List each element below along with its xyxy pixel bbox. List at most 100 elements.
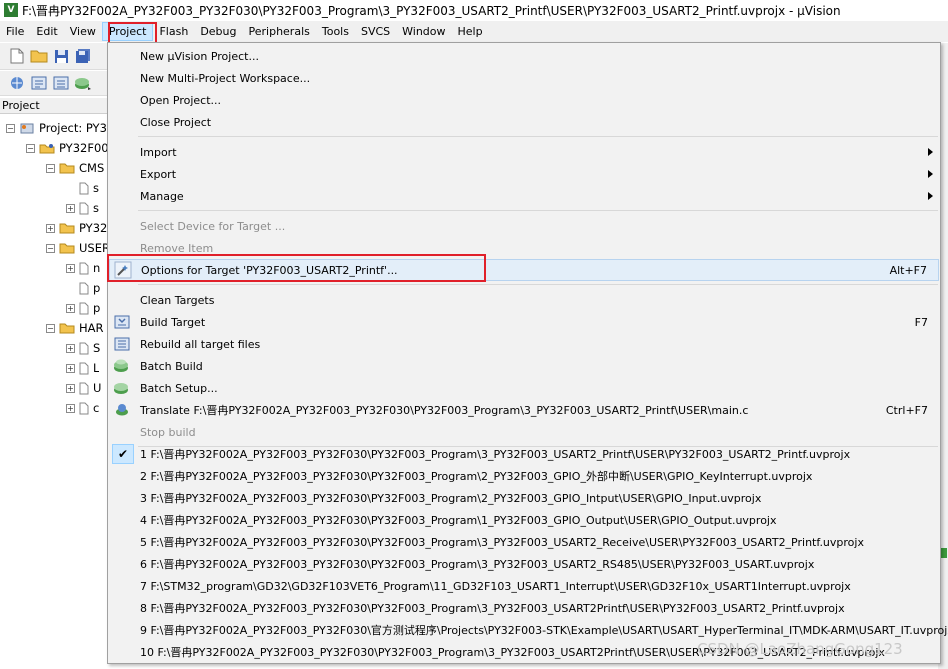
menu-item-clean-targets[interactable]: Clean Targets bbox=[109, 289, 939, 311]
menu-item-rebuild-all[interactable]: Rebuild all target files bbox=[109, 333, 939, 355]
tree-expand-icon[interactable]: + bbox=[66, 403, 75, 413]
menu-item-export[interactable]: Export bbox=[109, 163, 939, 185]
tree-node-file[interactable]: + S bbox=[66, 338, 100, 358]
menu-edit[interactable]: Edit bbox=[30, 22, 63, 41]
tree-node-file[interactable]: + c bbox=[66, 398, 99, 418]
menu-help[interactable]: Help bbox=[452, 22, 489, 41]
menu-tools[interactable]: Tools bbox=[316, 22, 355, 41]
tree-node-group-cms[interactable]: − CMS bbox=[46, 158, 104, 178]
menu-item-translate[interactable]: Translate F:\晋冉PY32F002A_PY32F003_PY32F0… bbox=[109, 399, 939, 421]
tree-node-target[interactable]: − PY32F00 bbox=[26, 138, 109, 158]
tree-node-file[interactable]: + s bbox=[66, 198, 99, 218]
folder-icon bbox=[59, 223, 75, 234]
menu-item-options-for-target[interactable]: Options for Target 'PY32F003_USART2_Prin… bbox=[109, 259, 939, 281]
tree-node-label: s bbox=[93, 201, 99, 215]
menu-separator bbox=[138, 136, 938, 137]
translate-icon[interactable] bbox=[8, 74, 26, 92]
menu-peripherals[interactable]: Peripherals bbox=[243, 22, 316, 41]
build-icon[interactable] bbox=[30, 74, 48, 92]
menu-item-build-target[interactable]: Build Target F7 bbox=[109, 311, 939, 333]
menu-item-new-uvision-project[interactable]: New µVision Project... bbox=[109, 45, 939, 67]
menu-item-close-project[interactable]: Close Project bbox=[109, 111, 939, 133]
open-folder-icon[interactable] bbox=[30, 47, 48, 65]
tree-collapse-icon[interactable]: − bbox=[26, 143, 35, 153]
menu-item-recent-project-4[interactable]: 4 F:\晋冉PY32F002A_PY32F003_PY32F030\PY32F… bbox=[109, 509, 939, 531]
rebuild-icon[interactable] bbox=[52, 74, 70, 92]
menu-item-select-device: Select Device for Target ... bbox=[140, 219, 286, 233]
file-icon bbox=[79, 202, 89, 214]
menu-svcs[interactable]: SVCS bbox=[355, 22, 396, 41]
tree-node-file[interactable]: + L bbox=[66, 358, 99, 378]
menu-separator bbox=[138, 284, 938, 285]
batch-setup-icon bbox=[113, 379, 131, 397]
file-icon bbox=[79, 182, 89, 194]
uvision-app-icon: V bbox=[4, 3, 18, 17]
menu-flash[interactable]: Flash bbox=[153, 22, 194, 41]
tree-collapse-icon[interactable]: − bbox=[46, 243, 55, 253]
menu-item-recent-project-3[interactable]: 3 F:\晋冉PY32F002A_PY32F003_PY32F030\PY32F… bbox=[109, 487, 939, 509]
tree-node-label: PY32 bbox=[79, 221, 108, 235]
submenu-arrow-icon bbox=[928, 148, 933, 156]
project-menu-dropdown: New µVision Project... New Multi-Project… bbox=[107, 42, 948, 664]
tree-collapse-icon[interactable]: − bbox=[46, 323, 55, 333]
menu-file[interactable]: File bbox=[0, 22, 30, 41]
menu-window[interactable]: Window bbox=[396, 22, 451, 41]
tree-collapse-icon[interactable]: − bbox=[6, 123, 15, 133]
new-file-icon[interactable] bbox=[8, 47, 26, 65]
tree-node-label: c bbox=[93, 401, 100, 415]
tree-expand-icon[interactable]: + bbox=[66, 203, 75, 213]
title-bar: V F:\晋冉PY32F002A_PY32F003_PY32F030\PY32F… bbox=[0, 0, 948, 20]
tree-expand-icon[interactable]: + bbox=[66, 383, 75, 393]
menu-item-new-multi-project-workspace[interactable]: New Multi-Project Workspace... bbox=[109, 67, 939, 89]
checkmark-icon: ✔ bbox=[112, 444, 134, 464]
tree-node-file[interactable]: + p bbox=[66, 298, 100, 318]
menu-item-recent-project-9[interactable]: 9 F:\晋冉PY32F002A_PY32F003_PY32F030\官方测试程… bbox=[109, 619, 948, 641]
tree-node-group-py32[interactable]: + PY32 bbox=[46, 218, 107, 238]
project-icon bbox=[20, 123, 34, 134]
tree-node-file[interactable]: s bbox=[79, 178, 99, 198]
file-toolbar bbox=[0, 43, 110, 70]
menu-item-recent-project-6[interactable]: 6 F:\晋冉PY32F002A_PY32F003_PY32F030\PY32F… bbox=[109, 553, 939, 575]
menu-item-recent-project-5[interactable]: 5 F:\晋冉PY32F002A_PY32F003_PY32F030\PY32F… bbox=[109, 531, 939, 553]
menu-item-recent-project-7[interactable]: 7 F:\STM32_program\GD32\GD32F103VET6_Pro… bbox=[109, 575, 939, 597]
tree-node-label: CMS bbox=[79, 161, 105, 175]
tree-expand-icon[interactable]: + bbox=[66, 263, 75, 273]
tree-node-file[interactable]: + n bbox=[66, 258, 100, 278]
menu-item-import[interactable]: Import bbox=[109, 141, 939, 163]
file-icon bbox=[79, 382, 89, 394]
menu-view[interactable]: View bbox=[64, 22, 102, 41]
menu-item-batch-build[interactable]: Batch Build bbox=[109, 355, 939, 377]
save-icon[interactable] bbox=[52, 47, 70, 65]
tree-expand-icon[interactable]: + bbox=[66, 363, 75, 373]
batch-build-icon[interactable] bbox=[74, 74, 92, 92]
menu-item-recent-project-8[interactable]: 8 F:\晋冉PY32F002A_PY32F003_PY32F030\PY32F… bbox=[109, 597, 939, 619]
menu-debug[interactable]: Debug bbox=[194, 22, 242, 41]
options-wand-icon bbox=[114, 261, 132, 279]
menu-item-recent-project-1[interactable]: ✔ 1 F:\晋冉PY32F002A_PY32F003_PY32F030\PY3… bbox=[109, 443, 939, 465]
translate-icon bbox=[113, 401, 131, 419]
tree-node-label: U bbox=[93, 381, 102, 395]
tree-node-group-har[interactable]: − HAR bbox=[46, 318, 104, 338]
tree-node-label: Project: PY3 bbox=[39, 121, 107, 135]
menu-separator bbox=[138, 210, 938, 211]
submenu-arrow-icon bbox=[928, 192, 933, 200]
target-icon bbox=[39, 144, 55, 154]
tree-node-group-user[interactable]: − USER bbox=[46, 238, 110, 258]
menu-item-recent-project-2[interactable]: 2 F:\晋冉PY32F002A_PY32F003_PY32F030\PY32F… bbox=[109, 465, 939, 487]
tree-node-label: L bbox=[93, 361, 100, 375]
menu-item-open-project[interactable]: Open Project... bbox=[109, 89, 939, 111]
tree-node-file[interactable]: p bbox=[79, 278, 100, 298]
tree-expand-icon[interactable]: + bbox=[46, 223, 55, 233]
tree-node-project[interactable]: − Project: PY3 bbox=[6, 118, 107, 138]
tree-expand-icon[interactable]: + bbox=[66, 303, 75, 313]
tree-node-label: HAR bbox=[79, 321, 104, 335]
tree-node-label: s bbox=[93, 181, 99, 195]
tree-expand-icon[interactable]: + bbox=[66, 343, 75, 353]
save-all-icon[interactable] bbox=[74, 47, 92, 65]
menu-item-manage[interactable]: Manage bbox=[109, 185, 939, 207]
menu-bar: File Edit View Project Flash Debug Perip… bbox=[0, 21, 948, 42]
menu-project[interactable]: Project bbox=[101, 22, 154, 41]
tree-collapse-icon[interactable]: − bbox=[46, 163, 55, 173]
menu-item-batch-setup[interactable]: Batch Setup... bbox=[109, 377, 939, 399]
tree-node-file[interactable]: + U bbox=[66, 378, 101, 398]
